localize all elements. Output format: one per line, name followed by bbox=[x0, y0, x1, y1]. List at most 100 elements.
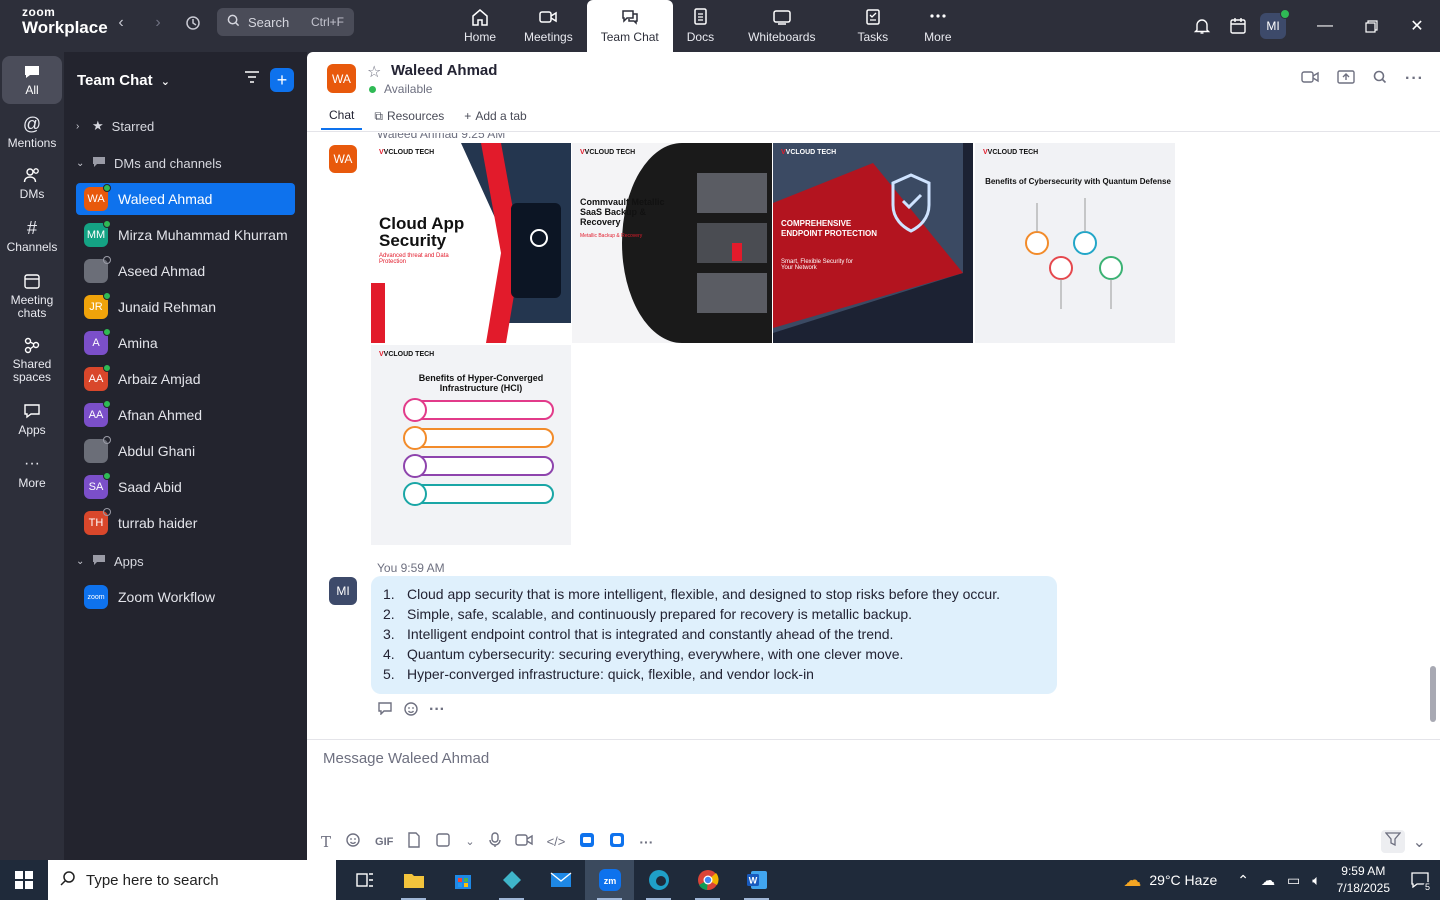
reply-icon[interactable] bbox=[377, 701, 393, 722]
microphone-icon[interactable] bbox=[488, 832, 501, 851]
tab-tasks[interactable]: Tasks bbox=[835, 0, 910, 52]
bell-icon[interactable] bbox=[1184, 8, 1220, 44]
doc-icon bbox=[694, 8, 708, 25]
new-chat-button[interactable]: + bbox=[270, 68, 294, 92]
volume-icon[interactable]: 🔈︎ bbox=[1312, 872, 1320, 889]
contact-item[interactable]: SA Saad Abid bbox=[76, 471, 295, 503]
contact-item[interactable]: Abdul Ghani bbox=[76, 435, 295, 467]
maximize-icon[interactable] bbox=[1348, 8, 1394, 44]
image-attachment[interactable]: VVCLOUD TECH Benefits of Hyper-Converged… bbox=[371, 345, 571, 545]
emoji-icon[interactable] bbox=[345, 832, 361, 851]
edge-icon[interactable] bbox=[634, 860, 683, 900]
close-icon[interactable]: ✕ bbox=[1394, 8, 1440, 44]
chevron-up-icon[interactable]: ⌃ bbox=[1237, 872, 1249, 889]
search-bar[interactable]: Search Ctrl+F bbox=[217, 8, 354, 36]
rail-meeting-chats[interactable]: Meeting chats bbox=[2, 272, 62, 320]
history-icon[interactable] bbox=[180, 10, 206, 36]
share-screen-icon[interactable] bbox=[1337, 70, 1355, 89]
code-icon[interactable]: </> bbox=[547, 834, 566, 849]
contact-item[interactable]: Aseed Ahmad bbox=[76, 255, 295, 287]
clock[interactable]: 9:59 AM 7/18/2025 bbox=[1337, 863, 1390, 897]
word-icon[interactable]: W bbox=[732, 860, 781, 900]
back-icon[interactable]: ‹ bbox=[108, 10, 134, 36]
star-icon[interactable]: ☆ bbox=[367, 62, 381, 82]
weather-widget[interactable]: ☁ 29°C Haze bbox=[1123, 870, 1217, 891]
gif-icon[interactable]: GIF bbox=[375, 836, 393, 848]
rail-more[interactable]: ··· More bbox=[2, 454, 62, 490]
network-icon[interactable]: ▭ bbox=[1287, 872, 1300, 889]
rail-channels[interactable]: # Channels bbox=[2, 218, 62, 254]
message-bubble[interactable]: 1. Cloud app security that is more intell… bbox=[371, 576, 1057, 694]
rail-dms[interactable]: DMs bbox=[2, 166, 62, 201]
contact-avatar[interactable]: WA bbox=[327, 64, 356, 93]
windows-start-icon[interactable] bbox=[0, 860, 48, 900]
tab-whiteboards[interactable]: Whiteboards bbox=[728, 0, 835, 52]
contact-item[interactable]: AA Arbaiz Amjad bbox=[76, 363, 295, 395]
forward-icon[interactable]: › bbox=[145, 10, 171, 36]
tab-chat[interactable]: Chat bbox=[321, 108, 363, 130]
chat-title[interactable]: Waleed Ahmad bbox=[391, 62, 497, 79]
file-icon[interactable] bbox=[407, 832, 421, 851]
filter-icon[interactable] bbox=[244, 70, 260, 89]
rail-all[interactable]: All bbox=[2, 56, 62, 104]
app-icon[interactable] bbox=[487, 860, 536, 900]
zoom-taskbar-icon[interactable]: zm bbox=[585, 860, 634, 900]
sender-avatar[interactable]: WA bbox=[329, 145, 357, 173]
tab-home[interactable]: Home bbox=[450, 0, 510, 52]
app-item-zoom-workflow[interactable]: zoom Zoom Workflow bbox=[76, 581, 295, 613]
file-explorer-icon[interactable] bbox=[389, 860, 438, 900]
image-attachment[interactable]: VVCLOUD TECH Commvault Metallic SaaS Bac… bbox=[572, 143, 772, 343]
tab-team-chat[interactable]: Team Chat bbox=[586, 0, 673, 52]
rail-shared-spaces[interactable]: Shared spaces bbox=[2, 336, 62, 384]
minimize-icon[interactable]: — bbox=[1302, 8, 1348, 44]
chrome-icon[interactable] bbox=[683, 860, 732, 900]
onedrive-icon[interactable]: ☁ bbox=[1261, 872, 1275, 889]
user-avatar[interactable]: MI bbox=[1260, 9, 1290, 39]
contact-item[interactable]: MM Mirza Muhammad Khurram bbox=[76, 219, 295, 251]
image-attachment[interactable]: VVCLOUD TECH Cloud App Security Advanced… bbox=[371, 143, 571, 343]
message-composer[interactable]: Message Waleed Ahmad T GIF ⌄ </> ··· ⌄ bbox=[307, 739, 1440, 860]
app-icon[interactable] bbox=[579, 832, 595, 851]
image-attachment[interactable]: VVCLOUD TECH Benefits of Cybersecurity w… bbox=[975, 143, 1175, 343]
tab-meetings[interactable]: Meetings bbox=[510, 0, 587, 52]
calendar-icon[interactable] bbox=[1220, 8, 1256, 44]
rail-apps[interactable]: Apps bbox=[2, 402, 62, 437]
notifications-icon[interactable]: 5 bbox=[1400, 860, 1440, 900]
app-icon[interactable] bbox=[609, 832, 625, 851]
scrollbar[interactable] bbox=[1430, 666, 1436, 722]
tab-docs[interactable]: Docs bbox=[673, 0, 728, 52]
text-format-icon[interactable]: T bbox=[321, 833, 331, 851]
image-brand: VVCLOUD TECH bbox=[983, 149, 1039, 156]
contact-item[interactable]: A Amina bbox=[76, 327, 295, 359]
chevron-down-icon[interactable]: ⌄ bbox=[1413, 832, 1426, 852]
contact-item[interactable]: JR Junaid Rehman bbox=[76, 291, 295, 323]
contact-item[interactable]: AA Afnan Ahmed bbox=[76, 399, 295, 431]
section-apps[interactable]: ⌄ Apps bbox=[76, 554, 144, 569]
rail-mentions[interactable]: @ Mentions bbox=[2, 114, 62, 150]
mail-icon[interactable] bbox=[536, 860, 585, 900]
store-icon[interactable] bbox=[438, 860, 487, 900]
screenshot-icon[interactable] bbox=[435, 832, 451, 851]
sidebar-title[interactable]: Team Chat ⌄ bbox=[77, 72, 170, 89]
contact-item[interactable]: TH turrab haider bbox=[76, 507, 295, 539]
send-icon[interactable] bbox=[1380, 830, 1405, 853]
more-options-icon[interactable]: ··· bbox=[429, 701, 445, 722]
image-attachment[interactable]: VVCLOUD TECH COMPREHENSIVE ENDPOINT PROT… bbox=[773, 143, 973, 343]
task-view-icon[interactable] bbox=[340, 860, 389, 900]
contact-item[interactable]: WA Waleed Ahmad bbox=[76, 183, 295, 215]
section-dms-channels[interactable]: ⌄ DMs and channels bbox=[76, 156, 222, 171]
composer-input[interactable]: Message Waleed Ahmad bbox=[323, 750, 489, 767]
tab-more[interactable]: More bbox=[910, 0, 965, 52]
more-options-icon[interactable]: ··· bbox=[1405, 70, 1424, 89]
more-options-icon[interactable]: ··· bbox=[639, 834, 653, 850]
section-starred[interactable]: › ★ Starred bbox=[76, 118, 154, 134]
tab-resources[interactable]: ⧉ Resources bbox=[366, 108, 452, 130]
chevron-down-icon[interactable]: ⌄ bbox=[465, 835, 474, 848]
my-avatar[interactable]: MI bbox=[329, 577, 357, 605]
emoji-icon[interactable] bbox=[403, 701, 419, 722]
search-icon[interactable] bbox=[1373, 70, 1387, 89]
taskbar-search[interactable]: Type here to search bbox=[48, 860, 336, 900]
video-message-icon[interactable] bbox=[514, 833, 533, 850]
tab-add[interactable]: + Add a tab bbox=[456, 108, 534, 130]
video-call-icon[interactable] bbox=[1301, 70, 1319, 89]
